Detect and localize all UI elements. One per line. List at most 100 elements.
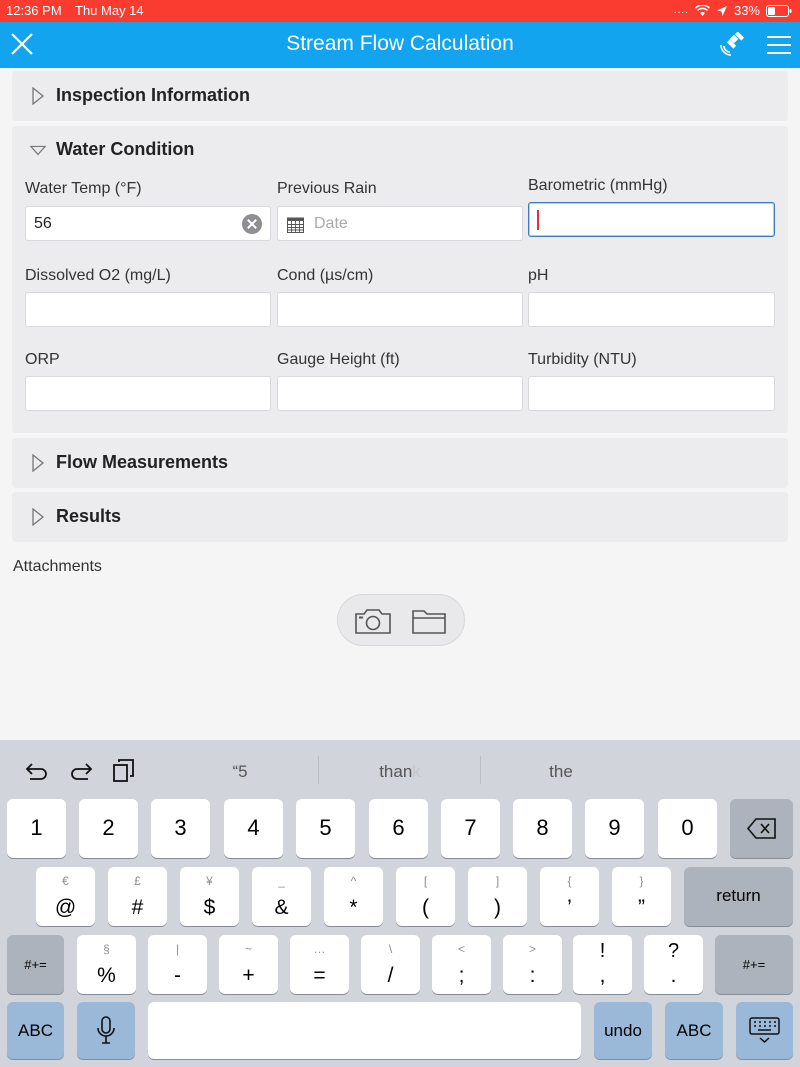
clear-icon[interactable] bbox=[242, 214, 262, 234]
date-placeholder: Date bbox=[314, 215, 348, 232]
form-content: Inspection Information Water Condition W… bbox=[0, 68, 800, 740]
suggestion-3[interactable]: the bbox=[481, 762, 641, 782]
section-inspection-information[interactable]: Inspection Information bbox=[12, 71, 788, 121]
attachment-buttons bbox=[337, 594, 465, 646]
folder-icon[interactable] bbox=[411, 607, 447, 635]
section-header[interactable]: Flow Measurements bbox=[30, 452, 228, 473]
key-9[interactable]: 9 bbox=[585, 799, 644, 858]
ph-field[interactable] bbox=[528, 292, 775, 327]
key-5[interactable]: 5 bbox=[296, 799, 355, 858]
symbols-key-left[interactable]: #+= bbox=[7, 935, 64, 994]
undo-key[interactable]: undo bbox=[594, 1002, 652, 1059]
space-bar[interactable] bbox=[148, 1002, 581, 1059]
section-title: Inspection Information bbox=[56, 85, 251, 105]
key-equals[interactable]: … = bbox=[290, 935, 349, 994]
gauge-height-field[interactable] bbox=[277, 376, 523, 411]
key-1[interactable]: 1 bbox=[7, 799, 66, 858]
on-screen-keyboard: “5 thank the 1 2 3 4 5 6 7 8 9 0 € @ £ # ¥… bbox=[0, 740, 800, 1067]
status-date: Thu May 14 bbox=[75, 3, 144, 18]
key-minus[interactable]: | - bbox=[148, 935, 207, 994]
section-title: Flow Measurements bbox=[56, 452, 229, 472]
keyboard-dismiss-icon bbox=[749, 1017, 780, 1044]
abc-key-left[interactable]: ABC bbox=[7, 1002, 64, 1059]
key-semicolon[interactable]: <; bbox=[432, 935, 491, 994]
signal-dots: .... bbox=[673, 5, 689, 16]
water-temp-field[interactable]: 56 bbox=[25, 206, 271, 241]
status-time: 12:36 PM bbox=[6, 3, 62, 18]
key-dollar[interactable]: ¥ $ bbox=[180, 867, 239, 926]
suggestion-separator bbox=[318, 756, 319, 784]
backspace-icon bbox=[747, 818, 776, 839]
camera-icon[interactable] bbox=[354, 607, 392, 635]
gauge-height-label: Gauge Height (ft) bbox=[277, 351, 400, 368]
key-asterisk[interactable]: ^ * bbox=[324, 867, 383, 926]
backspace-key[interactable] bbox=[730, 799, 793, 858]
water-temp-label: Water Temp (°F) bbox=[25, 180, 142, 197]
key-percent[interactable]: §% bbox=[77, 935, 136, 994]
text-cursor bbox=[537, 210, 539, 230]
cond-label: Cond (µs/cm) bbox=[277, 267, 374, 284]
orp-field[interactable] bbox=[25, 376, 271, 411]
suggestion-2[interactable]: thank bbox=[320, 762, 480, 782]
key-plus[interactable]: ~ + bbox=[219, 935, 278, 994]
undo-icon[interactable] bbox=[24, 758, 50, 782]
key-slash[interactable]: \ / bbox=[361, 935, 420, 994]
hamburger-menu-icon[interactable] bbox=[766, 35, 792, 55]
barometric-field[interactable] bbox=[528, 202, 775, 237]
ph-label: pH bbox=[528, 267, 549, 284]
previous-rain-label: Previous Rain bbox=[277, 180, 377, 197]
battery-percent: 33% bbox=[733, 3, 760, 18]
page-title: Stream Flow Calculation bbox=[286, 32, 514, 55]
suggestion-1[interactable]: “5 bbox=[160, 762, 320, 782]
section-header[interactable]: Results bbox=[30, 506, 121, 527]
dismiss-keyboard-key[interactable] bbox=[736, 1002, 793, 1059]
location-arrow-icon bbox=[716, 5, 727, 16]
key-at[interactable]: € @ bbox=[36, 867, 95, 926]
water-temp-value: 56 bbox=[34, 215, 52, 232]
previous-rain-date-field[interactable]: Date bbox=[277, 206, 523, 241]
status-right: .... 33% bbox=[674, 3, 792, 18]
key-colon[interactable]: >: bbox=[503, 935, 562, 994]
section-water-condition: Water Condition Water Temp (°F) 56 Previ… bbox=[12, 126, 788, 433]
key-3[interactable]: 3 bbox=[151, 799, 210, 858]
status-bar: 12:36 PM Thu May 14 .... 33% bbox=[0, 0, 800, 22]
section-header[interactable]: Inspection Information bbox=[30, 85, 250, 106]
section-header[interactable]: Water Condition bbox=[30, 139, 194, 160]
attachments-label: Attachments bbox=[13, 558, 102, 575]
key-quote[interactable]: }” bbox=[612, 867, 671, 926]
section-flow-measurements[interactable]: Flow Measurements bbox=[12, 438, 788, 488]
section-results[interactable]: Results bbox=[12, 492, 788, 542]
dissolved-o2-field[interactable] bbox=[25, 292, 271, 327]
collapsed-triangle-icon bbox=[32, 507, 45, 526]
key-open-paren[interactable]: [( bbox=[396, 867, 455, 926]
symbols-key-right[interactable]: #+= bbox=[715, 935, 793, 994]
redo-icon[interactable] bbox=[68, 758, 94, 782]
key-apostrophe[interactable]: {’ bbox=[540, 867, 599, 926]
satellite-icon[interactable] bbox=[718, 32, 746, 58]
key-exclaim-comma[interactable]: !, bbox=[573, 935, 632, 994]
key-8[interactable]: 8 bbox=[513, 799, 572, 858]
abc-key-right[interactable]: ABC bbox=[665, 1002, 723, 1059]
key-hash[interactable]: £ # bbox=[108, 867, 167, 926]
turbidity-field[interactable] bbox=[528, 376, 775, 411]
battery-icon bbox=[766, 4, 792, 17]
collapsed-triangle-icon bbox=[32, 453, 45, 472]
key-0[interactable]: 0 bbox=[658, 799, 717, 858]
dictation-key[interactable] bbox=[77, 1002, 135, 1059]
key-6[interactable]: 6 bbox=[369, 799, 428, 858]
key-2[interactable]: 2 bbox=[79, 799, 138, 858]
barometric-label: Barometric (mmHg) bbox=[528, 177, 668, 194]
key-question-period[interactable]: ?. bbox=[644, 935, 703, 994]
expanded-triangle-icon bbox=[30, 145, 46, 155]
key-4[interactable]: 4 bbox=[224, 799, 283, 858]
key-close-paren[interactable]: ]) bbox=[468, 867, 527, 926]
key-ampersand[interactable]: _ & bbox=[252, 867, 311, 926]
cond-field[interactable] bbox=[277, 292, 523, 327]
paste-icon[interactable] bbox=[111, 758, 137, 782]
keyboard-suggestion-bar: “5 thank the bbox=[0, 740, 800, 800]
return-key[interactable]: return bbox=[684, 867, 793, 926]
collapsed-triangle-icon bbox=[32, 86, 45, 105]
turbidity-label: Turbidity (NTU) bbox=[528, 351, 637, 368]
orp-label: ORP bbox=[25, 351, 60, 368]
key-7[interactable]: 7 bbox=[441, 799, 500, 858]
